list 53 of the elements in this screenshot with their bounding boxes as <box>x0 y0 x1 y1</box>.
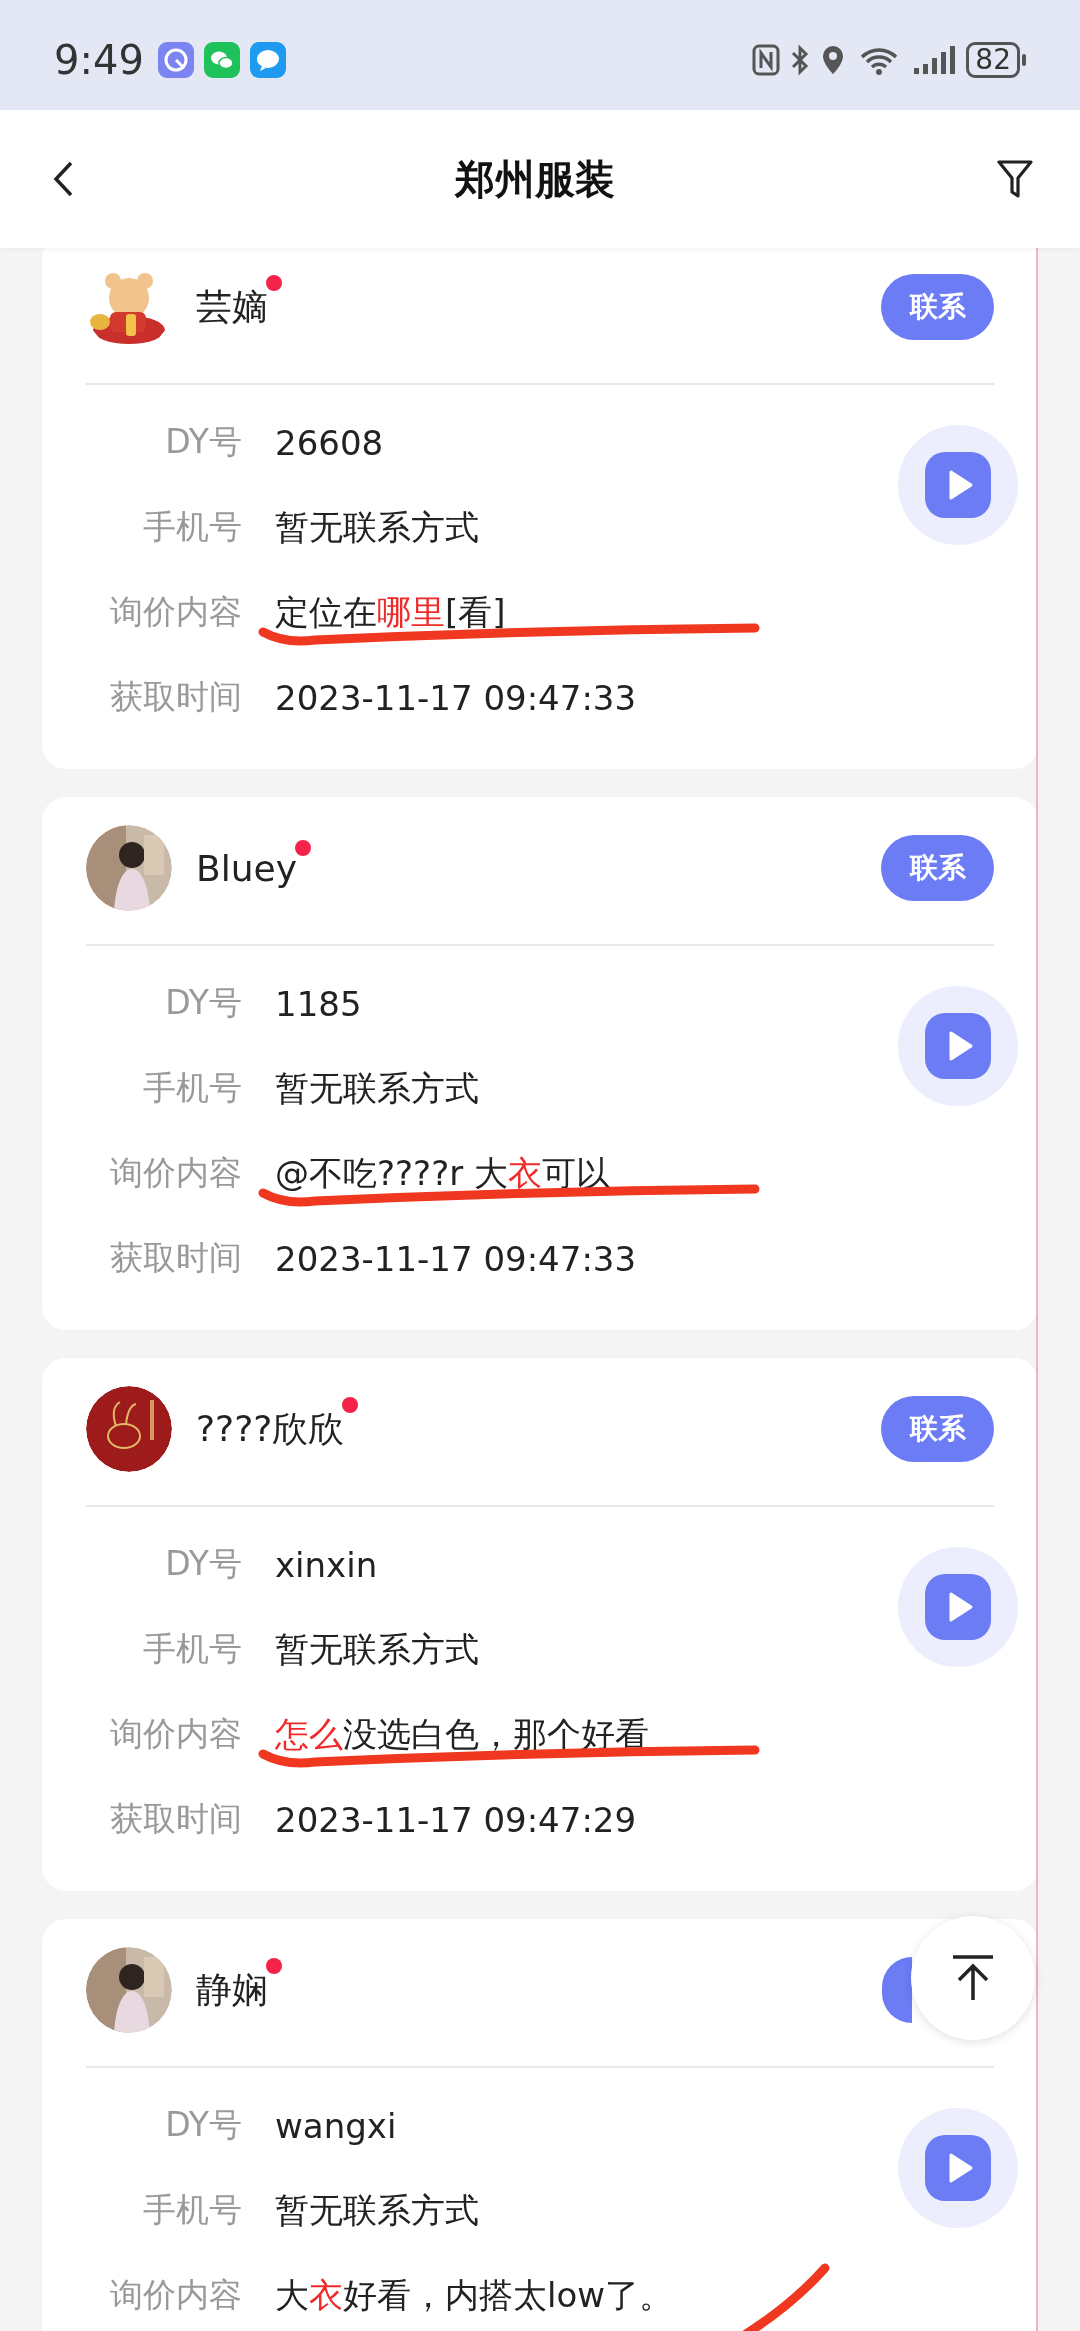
field-label: 询价内容 <box>109 2274 242 2316</box>
user-name: 静娴 <box>196 1965 268 2015</box>
field-value: 2023-11-17 09:47:33 <box>275 1238 637 1279</box>
field-label: 询价内容 <box>109 1713 242 1755</box>
field-value: 暂无联系方式 <box>275 2188 479 2232</box>
field-value: 暂无联系方式 <box>275 1066 479 1110</box>
battery-level: 82 <box>966 42 1020 78</box>
play-icon <box>925 1013 991 1079</box>
page-title: 郑州服装 <box>455 154 615 204</box>
chat-app-icon <box>203 42 240 78</box>
field-value: 暂无联系方式 <box>275 1627 479 1671</box>
field-label: 手机号 <box>142 1067 242 1109</box>
field-value: 26608 <box>275 422 384 463</box>
user-name: ????欣欣 <box>196 1404 345 1454</box>
field-label: 获取时间 <box>109 1237 242 1279</box>
clock: 9:49 <box>54 37 144 83</box>
field-label: 获取时间 <box>109 676 242 718</box>
play-icon <box>925 1574 991 1640</box>
field-value: wangxi <box>275 2105 397 2146</box>
field-value: 2023-11-17 09:47:33 <box>275 677 637 718</box>
bluetooth-icon <box>790 44 811 76</box>
field-label: DY号 <box>164 1543 242 1585</box>
field-label: 手机号 <box>142 2189 242 2231</box>
back-button[interactable] <box>52 160 74 198</box>
back-to-top-icon <box>951 1954 995 2002</box>
field-label: 询价内容 <box>109 1152 242 1194</box>
contact-button[interactable]: 联系 <box>881 1396 994 1462</box>
field-label: 手机号 <box>142 506 242 548</box>
field-label: DY号 <box>164 982 242 1024</box>
field-label: DY号 <box>164 2104 242 2146</box>
message-app-icon <box>249 42 286 78</box>
filter-button[interactable] <box>996 158 1034 200</box>
contact-button[interactable] <box>882 1957 912 2023</box>
field-label: 获取时间 <box>109 1798 242 1840</box>
signal-icon <box>912 44 957 76</box>
field-label: DY号 <box>164 421 242 463</box>
user-name: Bluey <box>196 847 297 889</box>
field-label: 手机号 <box>142 1628 242 1670</box>
play-icon <box>925 2135 991 2201</box>
field-value: 大衣好看，内搭太low了。 <box>275 2272 674 2319</box>
nfc-icon <box>752 44 781 76</box>
app-notification-icon <box>157 42 194 78</box>
contact-button[interactable]: 联系 <box>881 274 994 340</box>
field-value: xinxin <box>275 1544 378 1585</box>
user-name: 芸嫡 <box>196 282 268 332</box>
field-value: 1185 <box>275 983 362 1024</box>
field-value: 暂无联系方式 <box>275 505 479 549</box>
play-icon <box>925 452 991 518</box>
field-value: 定位在哪里[看] <box>275 589 506 636</box>
field-value: 2023-11-17 09:47:29 <box>275 1799 637 1840</box>
field-value: @不吃????r 大衣可以 <box>275 1150 610 1197</box>
contact-button[interactable]: 联系 <box>881 835 994 901</box>
field-label: 询价内容 <box>109 591 242 633</box>
